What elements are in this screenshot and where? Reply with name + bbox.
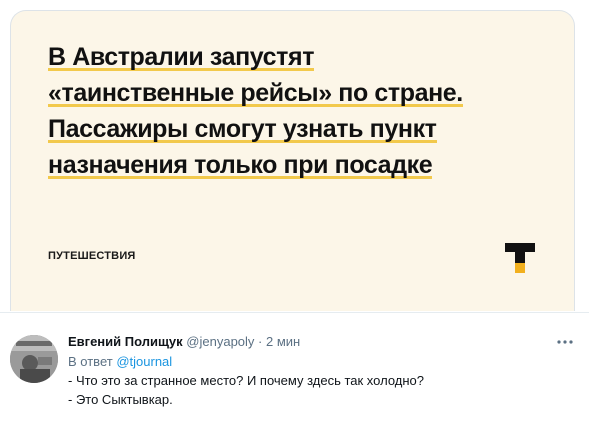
headline-line: назначения только при посадке — [48, 151, 433, 179]
reply-tweet[interactable]: Евгений Полищук @jenyapoly · 2 мин В отв… — [0, 312, 589, 432]
tjournal-logo-icon — [505, 243, 535, 273]
category-label: ПУТЕШЕСТВИЯ — [48, 250, 136, 262]
tweet-page: В Австралии запустят «таинственные рейсы… — [0, 0, 589, 432]
headline-line: В Австралии запустят — [48, 43, 315, 71]
headline-line: «таинственные рейсы» по стране. — [48, 79, 463, 107]
link-preview-card[interactable]: В Австралии запустят «таинственные рейсы… — [10, 10, 575, 311]
author-handle[interactable]: @jenyapoly — [186, 334, 254, 349]
tweet-text-line: - Это Сыктывкар. — [68, 392, 173, 407]
separator-dot: · — [258, 334, 263, 349]
reply-prefix: В ответ — [68, 354, 113, 369]
headline-line: Пассажиры смогут узнать пункт — [48, 115, 437, 143]
avatar-image — [10, 335, 58, 383]
author-name[interactable]: Евгений Полищук — [68, 334, 183, 349]
tweet-body: Евгений Полищук @jenyapoly · 2 мин В отв… — [68, 333, 548, 409]
more-horizontal-icon — [557, 340, 573, 344]
tweet-text-line: - Что это за странное место? И почему зд… — [68, 373, 424, 388]
card-headline: В Австралии запустят «таинственные рейсы… — [48, 39, 518, 183]
tweet-header: Евгений Полищук @jenyapoly · 2 мин — [68, 333, 548, 351]
avatar[interactable] — [10, 335, 58, 383]
more-button[interactable] — [555, 335, 575, 349]
reply-context: В ответ @tjournal — [68, 353, 548, 371]
reply-to-link[interactable]: @tjournal — [116, 354, 172, 369]
tweet-time[interactable]: 2 мин — [266, 334, 300, 349]
